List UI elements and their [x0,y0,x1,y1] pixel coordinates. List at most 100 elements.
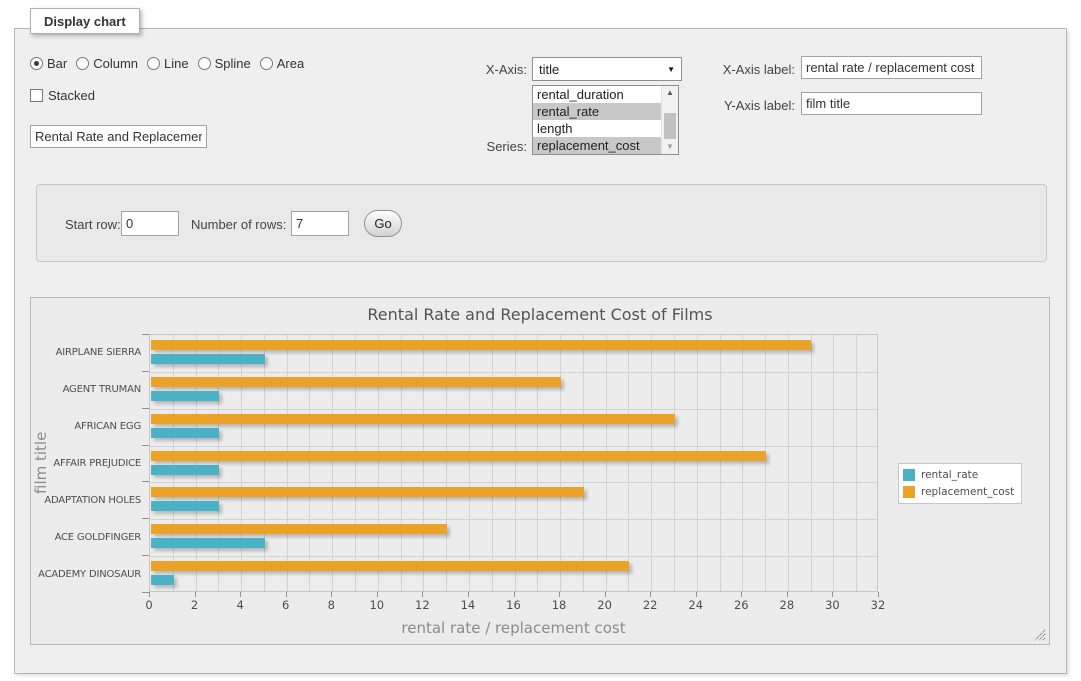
go-button[interactable]: Go [364,210,402,237]
series-scrollbar[interactable]: ▲ ▼ [661,86,678,154]
series-option-rental-rate[interactable]: rental_rate [533,103,661,120]
category-label: AIRPLANE SIERRA [31,347,141,358]
plot-grid [149,334,878,592]
y-axis-label-input[interactable] [801,92,982,115]
gridline-vertical [378,335,379,591]
x-tick-label: 18 [552,598,567,612]
stacked-label: Stacked [48,88,95,103]
gridline-vertical [811,335,812,591]
radio-area-control[interactable] [260,57,273,70]
chart-title-input[interactable] [30,125,207,148]
bar-replacement_cost [151,451,766,461]
x-tick-mark [240,592,241,597]
bar-replacement_cost [151,377,561,387]
x-tick-mark [468,592,469,597]
radio-area[interactable]: Area [260,56,304,71]
x-axis-selected-value: title [539,62,559,77]
x-tick-mark [559,592,560,597]
radio-column-control[interactable] [76,57,89,70]
radio-bar-label: Bar [47,56,67,71]
category-label: ADAPTATION HOLES [31,495,141,506]
stacked-checkbox-row[interactable]: Stacked [30,88,95,103]
radio-spline-label: Spline [215,56,251,71]
gridline-vertical [720,335,721,591]
x-tick-mark [149,592,150,597]
radio-column[interactable]: Column [76,56,138,71]
scrollbar-up-icon[interactable]: ▲ [662,86,678,100]
x-axis-select[interactable]: title ▼ [532,57,682,81]
radio-area-label: Area [277,56,304,71]
x-tick-mark [878,592,879,597]
gridline-vertical [765,335,766,591]
gridline-vertical [674,335,675,591]
x-tick-label: 12 [415,598,430,612]
radio-line[interactable]: Line [147,56,189,71]
y-tick-mark [142,555,149,556]
gridline-horizontal [150,519,877,520]
start-row-input[interactable] [121,211,179,236]
radio-bar[interactable]: Bar [30,56,67,71]
gridline-vertical [241,335,242,591]
gridline-vertical [651,335,652,591]
radio-spline-control[interactable] [198,57,211,70]
bar-rental_rate [151,465,219,475]
series-option-length[interactable]: length [533,120,661,137]
x-tick-mark [741,592,742,597]
category-label: ACE GOLDFINGER [31,532,141,543]
fieldset-legend: Display chart [30,8,140,34]
x-tick-mark [605,592,606,597]
gridline-vertical [833,335,834,591]
x-tick-label: 6 [282,598,289,612]
page: Display chart Bar Column Line Spline Are… [0,0,1081,681]
x-tick-mark [377,592,378,597]
x-tick-mark [286,592,287,597]
resize-handle-icon[interactable] [1034,629,1046,641]
gridline-vertical [788,335,789,591]
y-axis-label-label: Y-Axis label: [705,98,795,113]
radio-line-control[interactable] [147,57,160,70]
bar-rental_rate [151,391,219,401]
category-label: ACADEMY DINOSAUR [31,569,141,580]
x-tick-mark [696,592,697,597]
x-tick-label: 22 [643,598,658,612]
x-tick-mark [832,592,833,597]
gridline-horizontal [150,556,877,557]
gridline-vertical [697,335,698,591]
radio-bar-control[interactable] [30,57,43,70]
legend-item: rental_rate [903,469,1014,481]
scrollbar-down-icon[interactable]: ▼ [662,140,678,154]
bar-replacement_cost [151,487,584,497]
scrollbar-thumb[interactable] [664,113,676,139]
chevron-down-icon: ▼ [667,65,675,74]
gridline-vertical [309,335,310,591]
x-tick-label: 32 [871,598,886,612]
number-of-rows-input[interactable] [291,211,349,236]
x-axis-label-input[interactable] [801,56,982,79]
stacked-checkbox[interactable] [30,89,43,102]
x-tick-label: 14 [461,598,476,612]
bar-replacement_cost [151,524,447,534]
gridline-vertical [173,335,174,591]
gridline-vertical [401,335,402,591]
x-tick-label: 30 [825,598,840,612]
x-tick-label: 4 [236,598,243,612]
x-tick-mark [650,592,651,597]
series-option-rental-duration[interactable]: rental_duration [533,86,661,103]
x-tick-mark [514,592,515,597]
gridline-horizontal [150,372,877,373]
gridline-vertical [606,335,607,591]
radio-spline[interactable]: Spline [198,56,251,71]
x-tick-label: 8 [328,598,335,612]
bar-replacement_cost [151,340,811,350]
chart-container: Rental Rate and Replacement Cost of Film… [30,297,1050,645]
rows-panel: Start row: Number of rows: Go [36,184,1047,262]
x-tick-mark [787,592,788,597]
series-listbox[interactable]: rental_duration rental_rate length repla… [532,85,679,155]
series-option-replacement-cost[interactable]: replacement_cost [533,137,661,154]
gridline-vertical [583,335,584,591]
chart-title: Rental Rate and Replacement Cost of Film… [31,305,1049,324]
y-tick-mark [142,408,149,409]
x-axis-title: rental rate / replacement cost [149,619,878,637]
gridline-horizontal [150,409,877,410]
y-tick-mark [142,481,149,482]
